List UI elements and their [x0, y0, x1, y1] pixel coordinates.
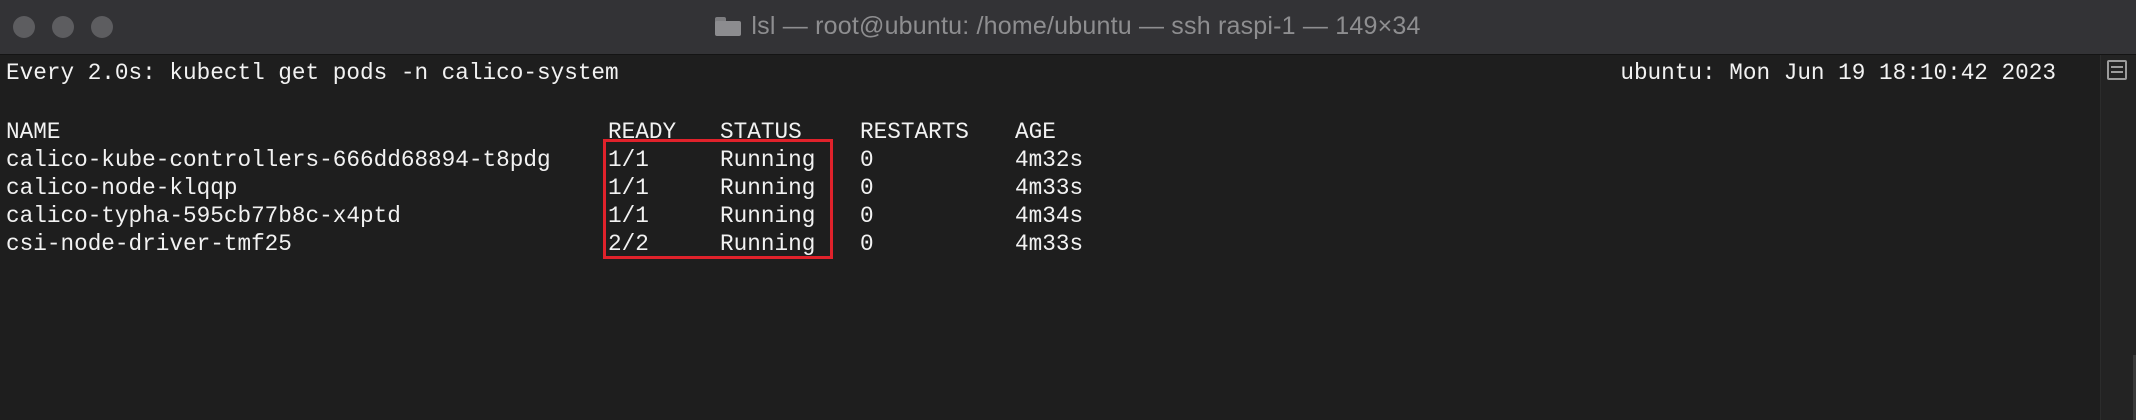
- pod-restarts: 0: [860, 203, 874, 229]
- title-bar[interactable]: lsl — root@ubuntu: /home/ubuntu — ssh ra…: [0, 0, 2136, 55]
- header-name: NAME: [6, 119, 61, 145]
- pod-restarts: 0: [860, 231, 874, 257]
- pod-age: 4m33s: [1015, 175, 1084, 201]
- pod-name: calico-kube-controllers-666dd68894-t8pdg: [6, 147, 551, 173]
- pod-name: csi-node-driver-tmf25: [6, 231, 292, 257]
- pod-restarts: 0: [860, 147, 874, 173]
- window-title-container: lsl — root@ubuntu: /home/ubuntu — ssh ra…: [0, 12, 2136, 41]
- pod-name: calico-node-klqqp: [6, 175, 238, 201]
- pod-restarts: 0: [860, 175, 874, 201]
- pod-age: 4m33s: [1015, 231, 1084, 257]
- watch-clock: ubuntu: Mon Jun 19 18:10:42 2023: [1620, 60, 2056, 86]
- pod-age: 4m34s: [1015, 203, 1084, 229]
- header-age: AGE: [1015, 119, 1056, 145]
- watch-command-line: Every 2.0s: kubectl get pods -n calico-s…: [6, 60, 619, 86]
- pod-age: 4m32s: [1015, 147, 1084, 173]
- folder-icon: [715, 17, 742, 36]
- marks-list-icon[interactable]: [2107, 60, 2127, 80]
- pod-name: calico-typha-595cb77b8c-x4ptd: [6, 203, 401, 229]
- scrollbar[interactable]: [2100, 55, 2136, 420]
- ready-status-highlight-box: [603, 139, 833, 259]
- window-title: lsl — root@ubuntu: /home/ubuntu — ssh ra…: [751, 12, 1421, 40]
- terminal-content[interactable]: Every 2.0s: kubectl get pods -n calico-s…: [0, 55, 2100, 420]
- header-restarts: RESTARTS: [860, 119, 969, 145]
- terminal-window: lsl — root@ubuntu: /home/ubuntu — ssh ra…: [0, 0, 2136, 420]
